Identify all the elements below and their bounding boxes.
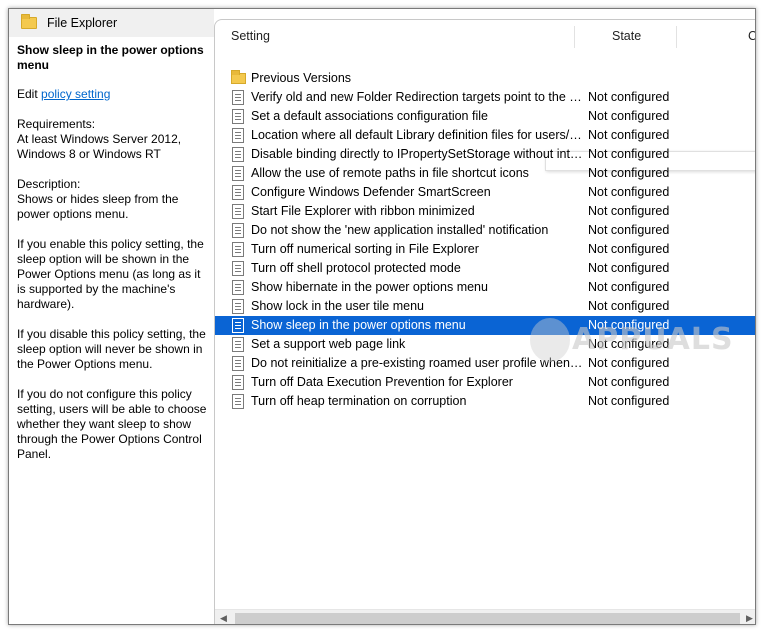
setting-state: Not configured bbox=[588, 299, 670, 313]
list-item[interactable]: Show lock in the user tile menu Not confi… bbox=[215, 297, 755, 316]
policy-icon bbox=[232, 90, 244, 105]
policy-icon bbox=[232, 375, 244, 390]
enable-text: If you enable this policy setting, the s… bbox=[17, 237, 204, 311]
policy-icon bbox=[232, 318, 244, 333]
requirements-label: Requirements: bbox=[17, 117, 96, 131]
setting-state: Not configured bbox=[588, 185, 670, 199]
policy-title: Show sleep in the power options menu bbox=[17, 43, 204, 72]
requirements-value: At least Windows Server 2012, Windows 8 … bbox=[17, 132, 182, 161]
scroll-left-icon[interactable]: ◀ bbox=[215, 610, 232, 624]
disable-text: If you disable this policy setting, the … bbox=[17, 327, 206, 371]
setting-state: Not configured bbox=[588, 280, 670, 294]
watermark-mascot-icon bbox=[530, 318, 570, 362]
settings-list-pane: Setting State C Previous Versions Verify… bbox=[214, 19, 755, 624]
policy-icon bbox=[232, 223, 244, 238]
setting-name: Turn off heap termination on corruption bbox=[251, 394, 467, 408]
setting-name: Configure Windows Defender SmartScreen bbox=[251, 185, 491, 199]
description-label: Description: bbox=[17, 177, 81, 191]
requirements-block: Requirements: At least Windows Server 20… bbox=[17, 117, 209, 162]
policy-description: Show sleep in the power options menu Edi… bbox=[9, 37, 209, 462]
column-divider[interactable] bbox=[574, 26, 575, 48]
setting-name: Allow the use of remote paths in file sh… bbox=[251, 166, 529, 180]
policy-icon bbox=[232, 261, 244, 276]
list-item[interactable]: Turn off shell protocol protected mode No… bbox=[215, 259, 755, 278]
list-item[interactable]: Start File Explorer with ribbon minimize… bbox=[215, 202, 755, 221]
list-item[interactable]: Turn off numerical sorting in File Explo… bbox=[215, 240, 755, 259]
watermark-text: APPUALS bbox=[572, 322, 734, 357]
setting-name: Turn off numerical sorting in File Explo… bbox=[251, 242, 479, 256]
setting-state: Not configured bbox=[588, 261, 670, 275]
list-item[interactable]: Configure Windows Defender SmartScreen No… bbox=[215, 183, 755, 202]
setting-name: Show lock in the user tile menu bbox=[251, 299, 425, 313]
list-item[interactable]: Disable binding directly to IPropertySet… bbox=[215, 145, 755, 164]
list-item[interactable]: Turn off heap termination on corruption N… bbox=[215, 392, 755, 411]
setting-name: Location where all default Library defin… bbox=[251, 128, 585, 142]
policy-icon bbox=[232, 280, 244, 295]
policy-icon bbox=[232, 109, 244, 124]
description-pane: File Explorer Show sleep in the power op… bbox=[9, 9, 214, 624]
setting-name: Start File Explorer with ribbon minimize… bbox=[251, 204, 475, 218]
policy-icon bbox=[232, 185, 244, 200]
list-item[interactable]: Location where all default Library defin… bbox=[215, 126, 755, 145]
policy-icon bbox=[232, 204, 244, 219]
column-header-state[interactable]: State bbox=[612, 20, 641, 52]
list-item[interactable]: Turn off Data Execution Prevention for E… bbox=[215, 373, 755, 392]
edit-prefix: Edit bbox=[17, 87, 38, 101]
column-header-setting[interactable]: Setting bbox=[231, 20, 270, 52]
setting-state: Not configured bbox=[588, 90, 670, 104]
list-item[interactable]: Verify old and new Folder Redirection ta… bbox=[215, 88, 755, 107]
list-item[interactable]: Allow the use of remote paths in file sh… bbox=[215, 164, 755, 183]
horizontal-scrollbar[interactable]: ◀ ▶ bbox=[215, 609, 755, 624]
setting-name: Verify old and new Folder Redirection ta… bbox=[251, 90, 585, 104]
setting-state: Not configured bbox=[588, 166, 670, 180]
setting-name: Previous Versions bbox=[251, 71, 352, 85]
setting-state: Not configured bbox=[588, 223, 670, 237]
list-header: Setting State C bbox=[215, 20, 755, 52]
edit-policy-link[interactable]: policy setting bbox=[41, 87, 110, 101]
setting-name: Turn off Data Execution Prevention for E… bbox=[251, 375, 513, 389]
policy-icon bbox=[232, 337, 244, 352]
setting-name: Disable binding directly to IPropertySet… bbox=[251, 147, 585, 161]
setting-state: Not configured bbox=[588, 204, 670, 218]
window-title: File Explorer bbox=[47, 15, 118, 30]
policy-icon bbox=[232, 147, 244, 162]
setting-state: Not configured bbox=[588, 147, 670, 161]
list-item[interactable]: Previous Versions bbox=[215, 69, 755, 88]
list-item[interactable]: Set a default associations configuration… bbox=[215, 107, 755, 126]
description-value: Shows or hides sleep from the power opti… bbox=[17, 192, 179, 221]
description-block: Description: Shows or hides sleep from t… bbox=[17, 177, 209, 222]
setting-name: Set a default associations configuration… bbox=[251, 109, 488, 123]
setting-state: Not configured bbox=[588, 128, 670, 142]
policy-icon bbox=[232, 128, 244, 143]
setting-name: Do not show the 'new application install… bbox=[251, 223, 549, 237]
explorer-window: File Explorer Show sleep in the power op… bbox=[8, 8, 756, 625]
scrollbar-thumb[interactable] bbox=[235, 613, 740, 624]
list-item[interactable]: Show hibernate in the power options menu… bbox=[215, 278, 755, 297]
setting-state: Not configured bbox=[588, 375, 670, 389]
setting-state: Not configured bbox=[588, 242, 670, 256]
setting-state: Not configured bbox=[588, 394, 670, 408]
title-bar: File Explorer bbox=[9, 9, 214, 37]
policy-icon bbox=[232, 242, 244, 257]
policy-icon bbox=[232, 299, 244, 314]
setting-name: Show hibernate in the power options menu bbox=[251, 280, 488, 294]
setting-name: Turn off shell protocol protected mode bbox=[251, 261, 461, 275]
folder-icon bbox=[231, 70, 246, 84]
scroll-right-icon[interactable]: ▶ bbox=[741, 610, 755, 624]
column-header-comment[interactable]: C bbox=[748, 20, 755, 52]
folder-icon bbox=[21, 13, 37, 29]
setting-state: Not configured bbox=[588, 109, 670, 123]
policy-icon bbox=[232, 394, 244, 409]
policy-icon bbox=[232, 356, 244, 371]
column-divider[interactable] bbox=[676, 26, 677, 48]
list-item[interactable]: Do not show the 'new application install… bbox=[215, 221, 755, 240]
policy-icon bbox=[232, 166, 244, 181]
watermark: APPUALS bbox=[530, 316, 733, 368]
notconfig-text: If you do not configure this policy sett… bbox=[17, 387, 207, 461]
edit-line: Edit policy setting bbox=[17, 87, 209, 102]
